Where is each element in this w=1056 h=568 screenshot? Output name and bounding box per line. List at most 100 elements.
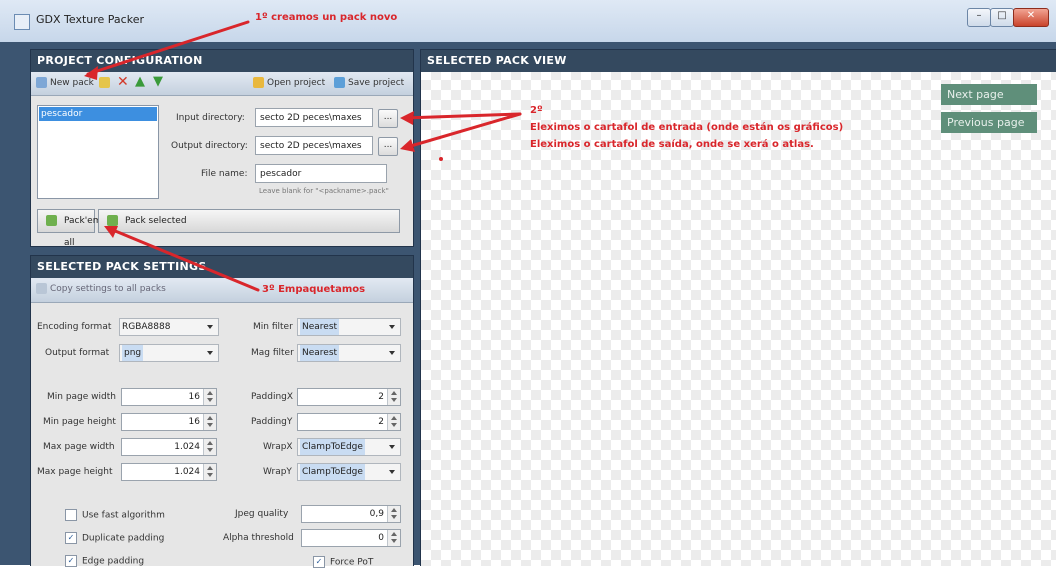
mag-filter-label: Mag filter	[251, 348, 294, 358]
rename-pack-button[interactable]	[99, 77, 113, 88]
fast-algorithm-checkbox[interactable]: Use fast algorithm	[65, 509, 165, 521]
encoding-format-select[interactable]: RGBA8888	[119, 318, 219, 336]
previous-page-button[interactable]: Previous page	[941, 112, 1037, 133]
min-page-height-spinner[interactable]: 16	[121, 413, 217, 431]
min-page-width-spinner[interactable]: 16	[121, 388, 217, 406]
spinner-arrows-icon[interactable]	[203, 389, 216, 405]
wrapx-label: WrapX	[263, 442, 293, 452]
fast-algorithm-label: Use fast algorithm	[82, 510, 165, 521]
new-pack-label: New pack	[50, 78, 94, 88]
spinner-arrows-icon[interactable]	[203, 464, 216, 480]
mag-filter-select[interactable]: Nearest	[297, 344, 401, 362]
chevron-down-icon	[389, 351, 395, 355]
wrapx-value: ClampToEdge	[300, 439, 365, 455]
close-button[interactable]: ✕	[1013, 8, 1049, 27]
copy-icon	[36, 283, 47, 294]
min-page-height-value: 16	[188, 417, 200, 427]
wrapy-select[interactable]: ClampToEdge	[297, 463, 401, 481]
spinner-arrows-icon[interactable]	[387, 506, 400, 522]
spinner-arrows-icon[interactable]	[203, 414, 216, 430]
spinner-arrows-icon[interactable]	[203, 439, 216, 455]
save-project-button[interactable]: Save project	[334, 77, 404, 88]
spinner-arrows-icon[interactable]	[387, 530, 400, 546]
wrapy-value: ClampToEdge	[300, 464, 365, 480]
delete-icon: ✕	[117, 74, 129, 90]
open-project-label: Open project	[267, 78, 326, 88]
jpeg-quality-spinner[interactable]: 0,9	[301, 505, 401, 523]
arrow-up-icon: ▲	[135, 74, 145, 89]
open-project-button[interactable]: Open project	[253, 77, 325, 88]
save-project-label: Save project	[348, 78, 405, 88]
max-page-height-value: 1.024	[174, 467, 200, 477]
output-directory-label: Output directory:	[171, 141, 248, 151]
new-pack-icon	[36, 77, 47, 88]
min-page-width-label: Min page width	[47, 392, 116, 402]
spinner-arrows-icon[interactable]	[387, 389, 400, 405]
output-format-label: Output format	[45, 348, 110, 358]
input-browse-button[interactable]: ...	[378, 109, 398, 128]
checkbox-empty-icon[interactable]	[65, 509, 77, 521]
window-controls: – □ ✕	[967, 8, 1049, 27]
force-pot-checkbox[interactable]: ✓ Force PoT	[313, 556, 373, 568]
checkmark-icon[interactable]: ✓	[313, 556, 325, 568]
new-pack-button[interactable]: New pack	[36, 77, 94, 88]
max-page-width-label: Max page width	[43, 442, 115, 452]
duplicate-padding-label: Duplicate padding	[82, 533, 165, 544]
output-browse-button[interactable]: ...	[378, 137, 398, 156]
pack-list[interactable]: pescador	[37, 105, 159, 199]
checkmark-icon[interactable]: ✓	[65, 532, 77, 544]
mag-filter-value: Nearest	[300, 345, 340, 361]
annotation-step-2-number: 2º	[530, 105, 543, 116]
wrapx-select[interactable]: ClampToEdge	[297, 438, 401, 456]
pack-selected-icon	[107, 215, 118, 226]
next-page-button[interactable]: Next page	[941, 84, 1037, 105]
paddingy-spinner[interactable]: 2	[297, 413, 401, 431]
pack-list-item[interactable]: pescador	[39, 107, 157, 121]
move-up-button[interactable]: ▲	[135, 74, 145, 89]
folder-icon	[253, 77, 264, 88]
paddingx-label: PaddingX	[251, 392, 294, 402]
pack-settings-panel: SELECTED PACK SETTINGS Copy settings to …	[30, 255, 414, 568]
input-directory-field[interactable]: secto 2D peces\maxes	[255, 108, 373, 127]
jpeg-quality-value: 0,9	[369, 509, 384, 519]
minimize-icon: –	[976, 10, 982, 21]
input-directory-label: Input directory:	[176, 113, 245, 123]
minimize-button[interactable]: –	[967, 8, 991, 27]
project-configuration-header: PROJECT CONFIGURATION	[31, 50, 413, 72]
annotation-step-3: 3º Empaquetamos	[262, 284, 366, 295]
move-down-button[interactable]: ▼	[153, 74, 163, 89]
chevron-down-icon	[389, 470, 395, 474]
alpha-threshold-spinner[interactable]: 0	[301, 529, 401, 547]
maximize-button[interactable]: □	[990, 8, 1014, 27]
spinner-arrows-icon[interactable]	[387, 414, 400, 430]
copy-settings-button[interactable]: Copy settings to all packs	[36, 283, 166, 294]
pack-selected-label: Pack selected	[125, 216, 187, 226]
max-page-height-spinner[interactable]: 1.024	[121, 463, 217, 481]
file-name-hint: Leave blank for "<packname>.pack"	[259, 187, 389, 195]
delete-pack-button[interactable]: ✕	[117, 74, 129, 90]
output-format-select[interactable]: png	[119, 344, 219, 362]
min-filter-select[interactable]: Nearest	[297, 318, 401, 336]
app-icon	[14, 14, 30, 30]
pencil-icon	[99, 77, 110, 88]
output-directory-field[interactable]: secto 2D peces\maxes	[255, 136, 373, 155]
annotation-step-1: 1º creamos un pack novo	[255, 12, 398, 23]
edge-padding-checkbox[interactable]: ✓ Edge padding	[65, 555, 144, 567]
checkmark-icon[interactable]: ✓	[65, 555, 77, 567]
paddingx-value: 2	[378, 392, 384, 402]
paddingx-spinner[interactable]: 2	[297, 388, 401, 406]
pack-all-label: Pack'em all	[64, 216, 102, 248]
paddingy-label: PaddingY	[251, 417, 293, 427]
window-title: GDX Texture Packer	[36, 13, 144, 26]
project-toolbar: New pack ✕ ▲ ▼ Open project Save project	[31, 72, 413, 96]
encoding-format-label: Encoding format	[37, 322, 112, 332]
chevron-down-icon	[389, 445, 395, 449]
pack-all-button[interactable]: Pack'em all	[37, 209, 101, 248]
duplicate-padding-checkbox[interactable]: ✓ Duplicate padding	[65, 532, 164, 544]
max-page-width-spinner[interactable]: 1.024	[121, 438, 217, 456]
file-name-field[interactable]: pescador	[255, 164, 387, 183]
annotation-step-2-line-1: Eleximos o cartafol de entrada (onde est…	[530, 122, 844, 133]
edge-padding-label: Edge padding	[82, 556, 145, 567]
alpha-threshold-label: Alpha threshold	[223, 533, 294, 543]
pack-selected-button[interactable]: Pack selected	[98, 209, 400, 233]
